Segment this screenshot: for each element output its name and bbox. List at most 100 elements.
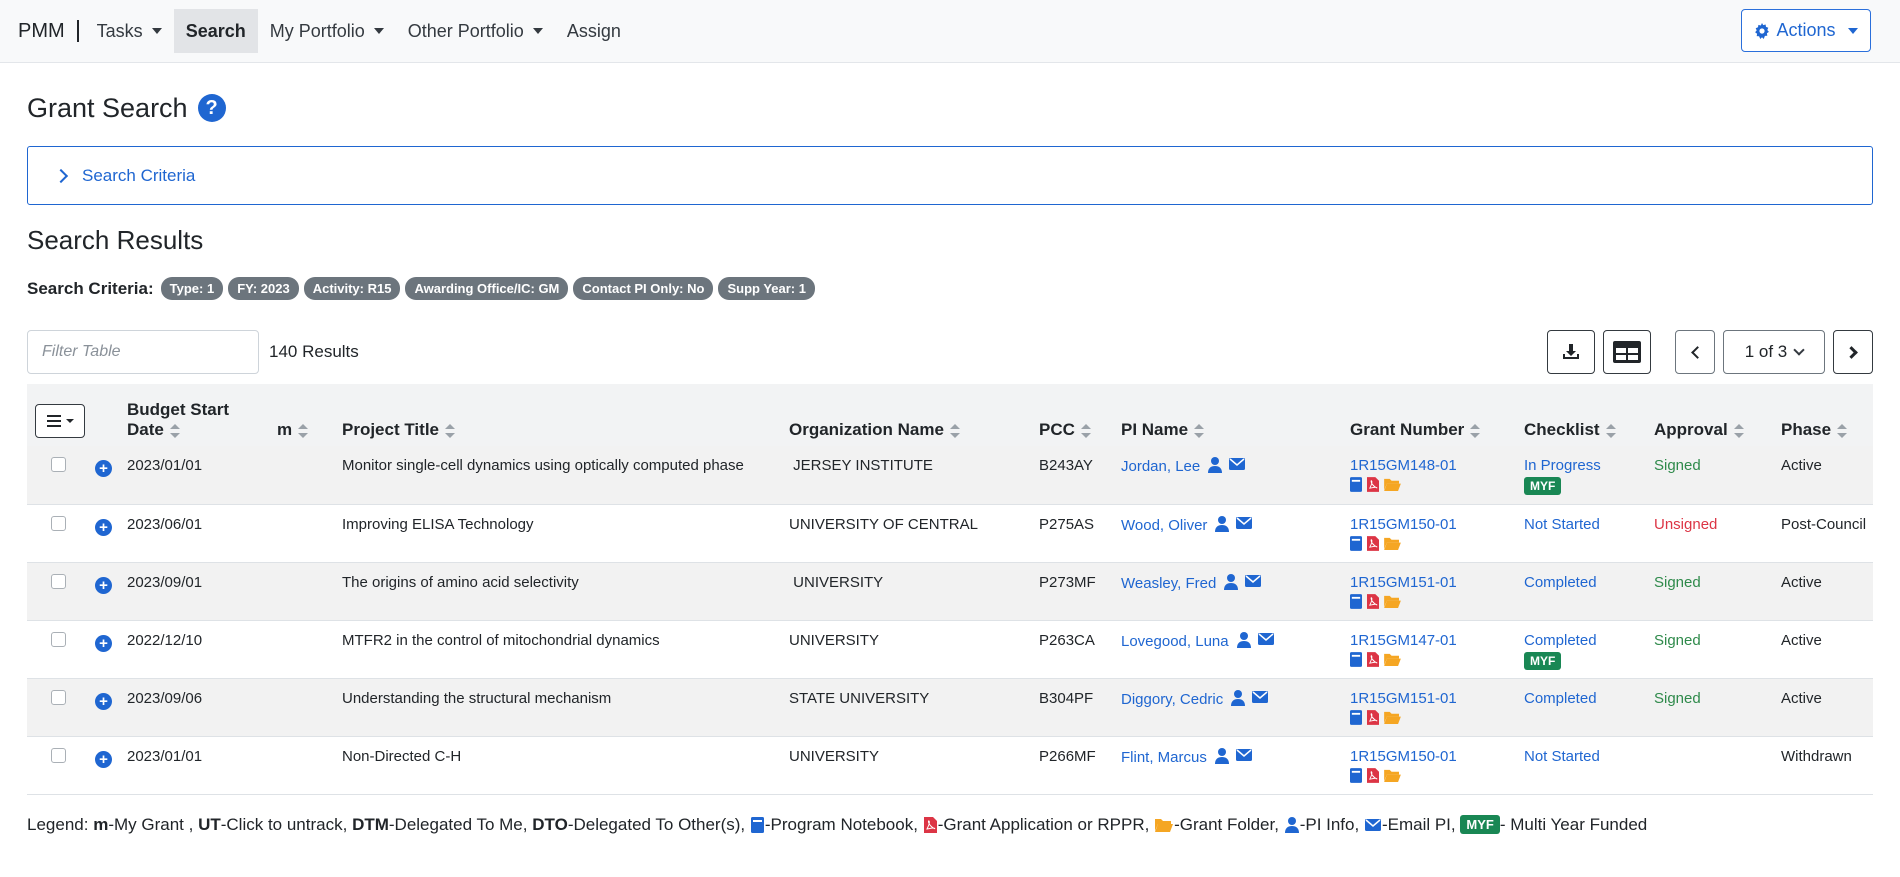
- nav-search[interactable]: Search: [173, 9, 258, 53]
- folder-icon[interactable]: [1384, 595, 1401, 612]
- header-checklist[interactable]: Checklist: [1516, 384, 1646, 446]
- nav-other-portfolio[interactable]: Other Portfolio: [396, 9, 555, 53]
- grant-number-link[interactable]: 1R15GM151-01: [1350, 690, 1508, 707]
- nav-assign[interactable]: Assign: [555, 9, 633, 53]
- header-phase[interactable]: Phase: [1773, 384, 1873, 446]
- pdf-icon[interactable]: [1367, 709, 1379, 729]
- user-icon[interactable]: [1215, 515, 1230, 536]
- folder-icon[interactable]: [1384, 537, 1401, 554]
- envelope-icon[interactable]: [1257, 632, 1274, 652]
- expand-row-icon[interactable]: +: [95, 460, 112, 477]
- row-checkbox[interactable]: [51, 457, 66, 472]
- pi-name-link[interactable]: Wood, Oliver: [1121, 516, 1207, 533]
- column-layout-button[interactable]: [1603, 330, 1651, 374]
- nav-my-portfolio[interactable]: My Portfolio: [258, 9, 396, 53]
- user-icon[interactable]: [1236, 631, 1251, 652]
- row-checkbox[interactable]: [51, 631, 66, 647]
- header-approval[interactable]: Approval: [1646, 384, 1773, 446]
- envelope-icon[interactable]: [1236, 516, 1253, 536]
- column-menu-button[interactable]: [35, 404, 85, 438]
- grant-number-link[interactable]: 1R15GM151-01: [1350, 574, 1508, 591]
- user-icon[interactable]: [1208, 457, 1223, 477]
- notebook-icon[interactable]: [1350, 535, 1362, 555]
- search-criteria-toggle[interactable]: Search Criteria: [27, 146, 1873, 205]
- table-row[interactable]: +2023/09/06 Understanding the structural …: [27, 678, 1873, 737]
- checklist-link[interactable]: Completed: [1524, 574, 1638, 591]
- pi-name-link[interactable]: Flint, Marcus: [1121, 748, 1207, 765]
- filter-input[interactable]: [27, 330, 259, 374]
- header-pi-name[interactable]: PI Name: [1113, 384, 1342, 446]
- header-m[interactable]: m: [269, 384, 334, 446]
- envelope-icon[interactable]: [1245, 574, 1262, 594]
- grant-number-link[interactable]: 1R15GM148-01: [1350, 457, 1508, 474]
- folder-icon[interactable]: [1384, 478, 1401, 495]
- expand-row-icon[interactable]: +: [95, 576, 112, 594]
- checklist-link[interactable]: Not Started: [1524, 748, 1638, 765]
- legend: Legend: m -My Grant , UT -Click to untrack…: [27, 815, 1873, 835]
- pdf-icon[interactable]: [1367, 535, 1379, 555]
- row-checkbox[interactable]: [51, 747, 66, 763]
- header-budget-start[interactable]: Budget Start Date: [119, 384, 269, 446]
- next-page-button[interactable]: [1833, 330, 1873, 374]
- envelope-icon[interactable]: [1252, 690, 1269, 710]
- header-project-title[interactable]: Project Title: [334, 384, 781, 446]
- notebook-icon[interactable]: [1350, 709, 1362, 729]
- pi-name-link[interactable]: Weasley, Fred: [1121, 574, 1216, 591]
- sort-icon: [949, 423, 960, 438]
- pi-name-link[interactable]: Lovegood, Luna: [1121, 632, 1229, 649]
- folder-icon[interactable]: [1384, 711, 1401, 728]
- notebook-icon[interactable]: [1350, 767, 1362, 787]
- checklist-link[interactable]: Completed: [1524, 690, 1638, 707]
- header-organization[interactable]: Organization Name: [781, 384, 1031, 446]
- legend-text: -My Grant ,: [108, 814, 194, 834]
- row-select-cell: [27, 736, 87, 795]
- pdf-icon[interactable]: [1367, 477, 1379, 496]
- envelope-icon[interactable]: [1229, 457, 1246, 477]
- header-grant-number[interactable]: Grant Number: [1342, 384, 1516, 446]
- brand-logo[interactable]: PMM: [18, 20, 79, 42]
- row-checkbox[interactable]: [51, 515, 66, 531]
- pdf-icon[interactable]: [1367, 593, 1379, 613]
- notebook-icon[interactable]: [1350, 651, 1362, 671]
- expand-row-icon[interactable]: +: [95, 518, 112, 536]
- checklist-link[interactable]: In Progress: [1524, 457, 1638, 474]
- folder-icon[interactable]: [1384, 769, 1401, 786]
- grant-number-link[interactable]: 1R15GM147-01: [1350, 632, 1508, 649]
- table-row[interactable]: +2023/01/01 Monitor single-cell dynamics …: [27, 446, 1873, 505]
- expand-row-icon[interactable]: +: [95, 750, 112, 768]
- checklist-link[interactable]: Completed: [1524, 632, 1638, 649]
- grant-number-link[interactable]: 1R15GM150-01: [1350, 748, 1508, 765]
- row-checkbox[interactable]: [51, 573, 66, 589]
- legend-text: -Program Notebook,: [764, 814, 918, 834]
- user-icon[interactable]: [1224, 573, 1239, 594]
- expand-row-icon[interactable]: +: [95, 634, 112, 652]
- results-table: Budget Start Date m Project Title Organi…: [27, 384, 1873, 795]
- row-checkbox[interactable]: [51, 689, 66, 705]
- pi-name-link[interactable]: Jordan, Lee: [1121, 458, 1200, 475]
- prev-page-button[interactable]: [1675, 330, 1715, 374]
- sort-icon: [1837, 423, 1848, 438]
- header-pcc[interactable]: PCC: [1031, 384, 1113, 446]
- checklist-cell: Completed MYF: [1516, 620, 1646, 679]
- user-icon[interactable]: [1231, 689, 1246, 710]
- folder-icon[interactable]: [1384, 653, 1401, 670]
- table-row[interactable]: +2023/06/01 Improving ELISA Technology UNI…: [27, 504, 1873, 563]
- download-button[interactable]: [1547, 330, 1595, 374]
- pi-name-link[interactable]: Diggory, Cedric: [1121, 690, 1223, 707]
- envelope-icon[interactable]: [1235, 748, 1252, 768]
- user-icon[interactable]: [1214, 747, 1229, 768]
- pdf-icon[interactable]: [1367, 651, 1379, 671]
- table-row[interactable]: +2022/12/10 MTFR2 in the control of mitoc…: [27, 620, 1873, 679]
- grant-number-link[interactable]: 1R15GM150-01: [1350, 516, 1508, 533]
- checklist-link[interactable]: Not Started: [1524, 516, 1638, 533]
- notebook-icon[interactable]: [1350, 593, 1362, 613]
- pdf-icon[interactable]: [1367, 767, 1379, 787]
- expand-row-icon[interactable]: +: [95, 692, 112, 710]
- help-icon[interactable]: ?: [197, 94, 226, 122]
- nav-tasks[interactable]: Tasks: [85, 9, 174, 53]
- notebook-icon[interactable]: [1350, 477, 1362, 496]
- table-row[interactable]: +2023/09/01 The origins of amino acid sel…: [27, 562, 1873, 621]
- page-select[interactable]: 1 of 3: [1723, 330, 1825, 374]
- table-row[interactable]: +2023/01/01 Non-Directed C-H UNIVERSITY P26…: [27, 736, 1873, 795]
- actions-button[interactable]: Actions: [1741, 9, 1871, 52]
